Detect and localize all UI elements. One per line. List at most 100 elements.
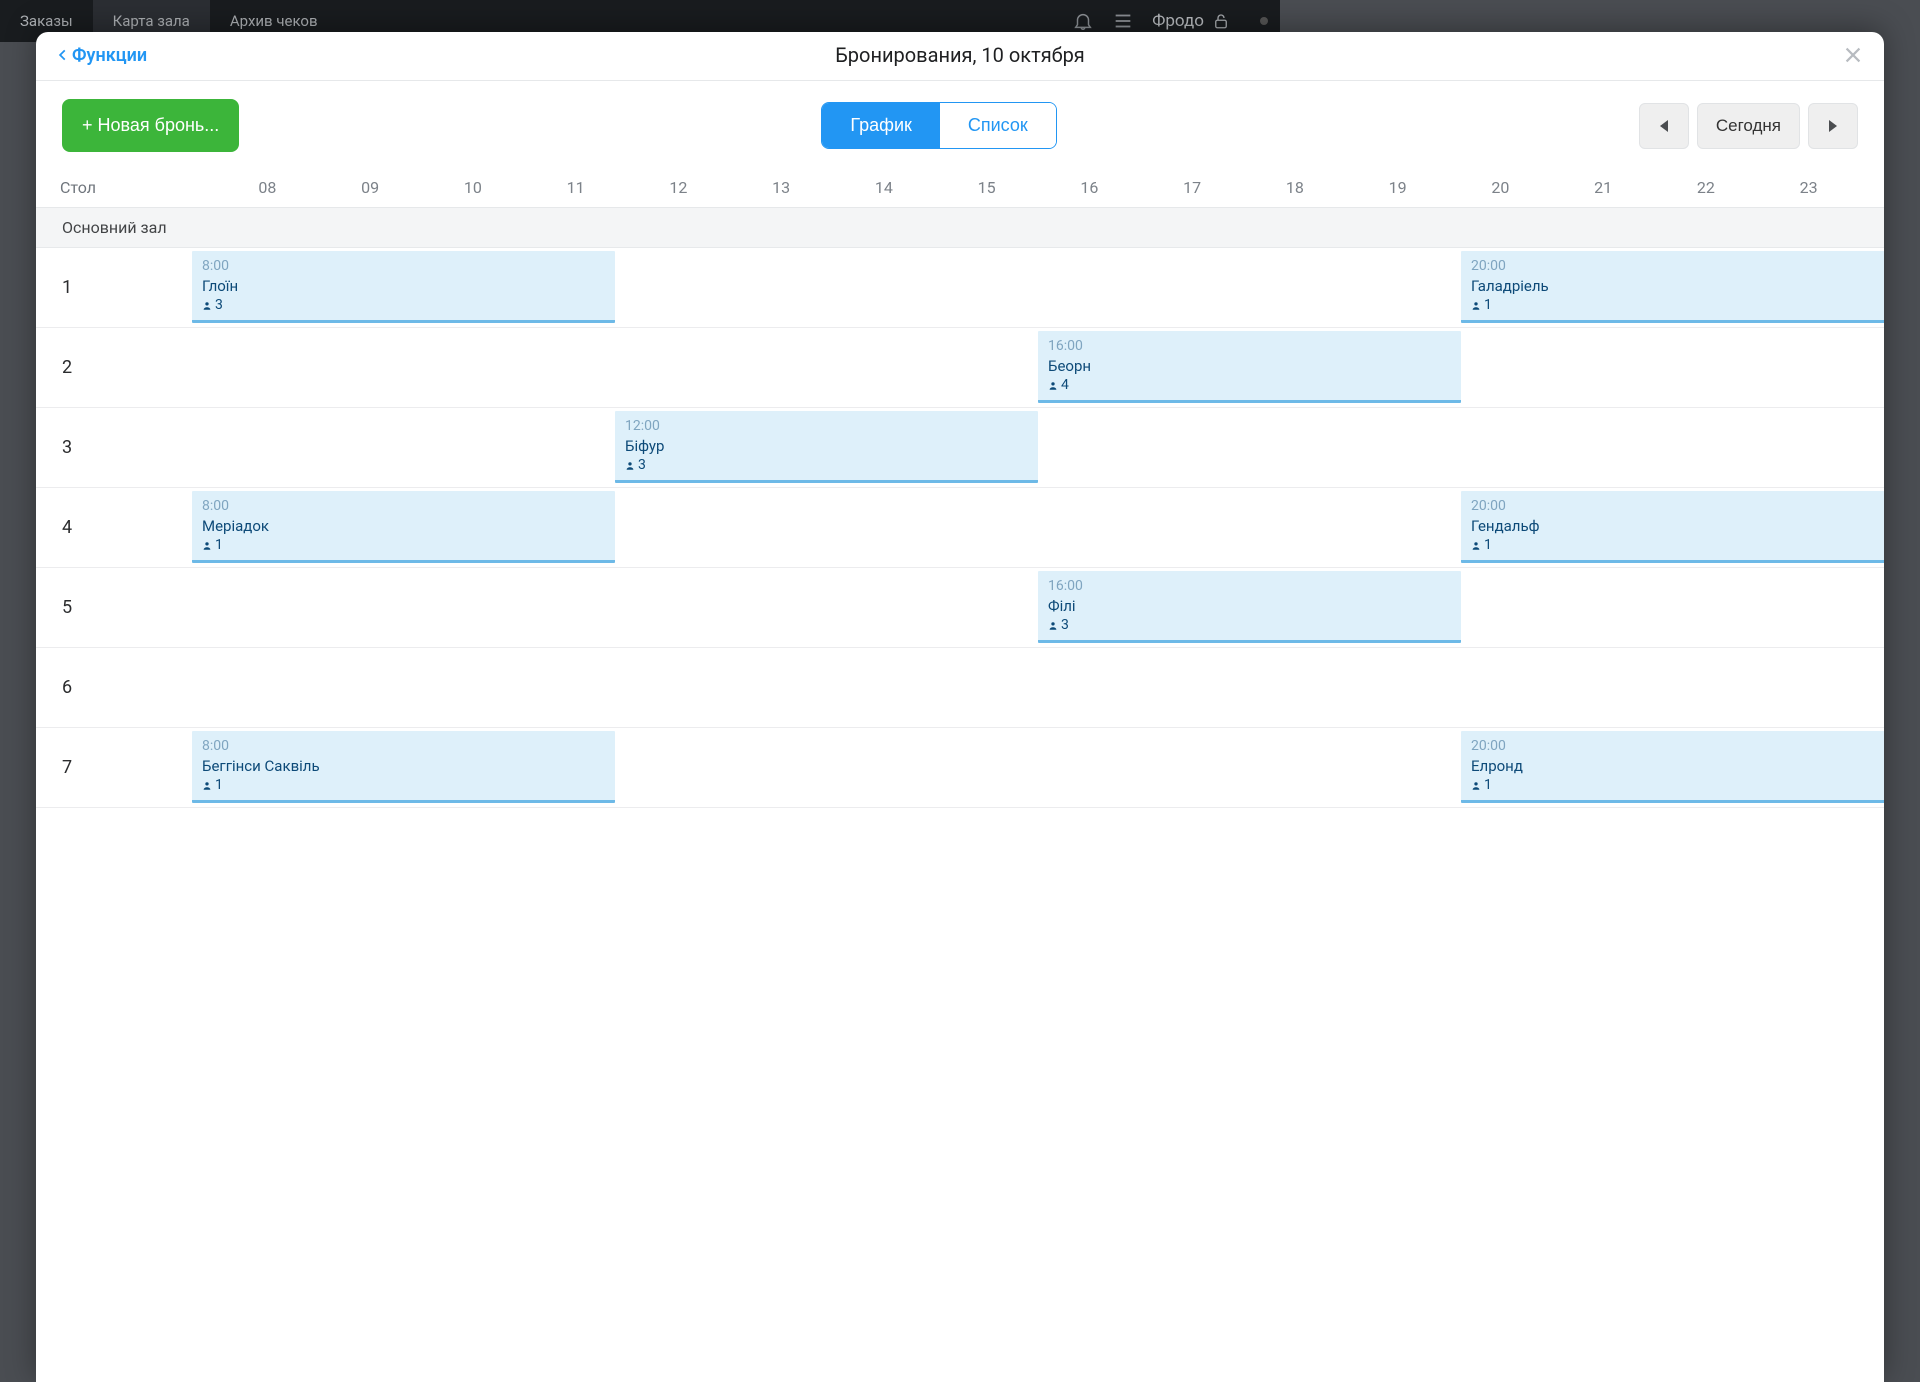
new-booking-button[interactable]: + Новая бронь... — [62, 99, 239, 152]
table-id: 2 — [36, 328, 192, 407]
back-label: Функции — [72, 45, 147, 66]
hour-label: 13 — [730, 178, 833, 197]
table-id: 3 — [36, 408, 192, 487]
booking-guests: 3 — [625, 456, 1028, 475]
hour-label: 14 — [833, 178, 936, 197]
booking-guests: 1 — [1471, 776, 1874, 795]
table-row: 312:00Біфур3 — [36, 408, 1884, 488]
table-timeline: 16:00Філі3 — [192, 568, 1884, 646]
booking-time: 8:00 — [202, 497, 605, 516]
booking-guests: 1 — [202, 536, 605, 555]
booking-guests: 4 — [1048, 376, 1451, 395]
table-row: 6 — [36, 648, 1884, 728]
timeline-body[interactable]: Основний зал 18:00Глоїн320:00Галадріель1… — [36, 208, 1884, 1382]
booking-guests: 3 — [1048, 616, 1451, 635]
dialog-header: Функции Бронирования, 10 октября — [36, 32, 1884, 81]
table-timeline: 8:00Беггінси Саквіль120:00Елронд1 — [192, 728, 1884, 806]
hour-label: 19 — [1346, 178, 1449, 197]
close-button[interactable] — [1842, 44, 1864, 66]
booking-name: Філі — [1048, 596, 1451, 616]
booking-time: 20:00 — [1471, 737, 1874, 756]
booking-block[interactable]: 16:00Беорн4 — [1038, 331, 1461, 403]
booking-time: 8:00 — [202, 257, 605, 276]
view-toggle-list[interactable]: Список — [940, 103, 1056, 148]
table-timeline: 8:00Меріадок120:00Гендальф1 — [192, 488, 1884, 566]
booking-guests: 1 — [1471, 296, 1874, 315]
table-column-header: Стол — [60, 178, 216, 197]
hour-label: 18 — [1244, 178, 1347, 197]
booking-name: Біфур — [625, 436, 1028, 456]
booking-block[interactable]: 20:00Галадріель1 — [1461, 251, 1884, 323]
table-row: 18:00Глоїн320:00Галадріель1 — [36, 248, 1884, 328]
booking-block[interactable]: 16:00Філі3 — [1038, 571, 1461, 643]
today-button[interactable]: Сегодня — [1697, 103, 1800, 149]
booking-name: Беорн — [1048, 356, 1451, 376]
table-timeline — [192, 648, 1884, 726]
hour-label: 12 — [627, 178, 730, 197]
booking-time: 20:00 — [1471, 257, 1874, 276]
booking-name: Беггінси Саквіль — [202, 756, 605, 776]
booking-guests: 1 — [202, 776, 605, 795]
menu-icon[interactable] — [1112, 10, 1134, 32]
hour-label: 15 — [935, 178, 1038, 197]
booking-time: 16:00 — [1048, 337, 1451, 356]
booking-block[interactable]: 8:00Глоїн3 — [192, 251, 615, 323]
booking-time: 8:00 — [202, 737, 605, 756]
hour-label: 11 — [524, 178, 627, 197]
booking-block[interactable]: 20:00Гендальф1 — [1461, 491, 1884, 563]
booking-guests: 3 — [202, 296, 605, 315]
booking-time: 20:00 — [1471, 497, 1874, 516]
booking-block[interactable]: 8:00Меріадок1 — [192, 491, 615, 563]
user-name: Фродо — [1152, 11, 1204, 31]
booking-name: Гендальф — [1471, 516, 1874, 536]
table-row: 48:00Меріадок120:00Гендальф1 — [36, 488, 1884, 568]
booking-name: Глоїн — [202, 276, 605, 296]
table-timeline: 12:00Біфур3 — [192, 408, 1884, 486]
date-nav: Сегодня — [1639, 103, 1858, 149]
hour-label: 21 — [1552, 178, 1655, 197]
booking-time: 12:00 — [625, 417, 1028, 436]
hour-label: 20 — [1449, 178, 1552, 197]
hour-label: 10 — [422, 178, 525, 197]
close-icon — [1842, 44, 1864, 66]
booking-block[interactable]: 20:00Елронд1 — [1461, 731, 1884, 803]
table-row: 2 16:00Беорн4 — [36, 328, 1884, 408]
status-dot — [1260, 17, 1268, 25]
hour-label: 22 — [1655, 178, 1758, 197]
booking-guests: 1 — [1471, 536, 1874, 555]
dialog-toolbar: + Новая бронь... График Список Сегодня — [36, 81, 1884, 174]
booking-name: Елронд — [1471, 756, 1874, 776]
table-id: 7 — [36, 728, 192, 807]
table-row: 5 16:00Філі3 — [36, 568, 1884, 648]
next-day-button[interactable] — [1808, 103, 1858, 149]
table-id: 4 — [36, 488, 192, 567]
hour-label: 08 — [216, 178, 319, 197]
triangle-left-icon — [1658, 118, 1670, 134]
table-id: 6 — [36, 648, 192, 727]
hour-label: 23 — [1757, 178, 1860, 197]
table-timeline: 8:00Глоїн3 20:00Галадріель1 — [192, 248, 1884, 326]
back-button[interactable]: Функции — [56, 45, 147, 66]
booking-block[interactable]: 8:00Беггінси Саквіль1 — [192, 731, 615, 803]
bookings-dialog: Функции Бронирования, 10 октября + Новая… — [36, 32, 1884, 1382]
bell-icon[interactable] — [1072, 10, 1094, 32]
triangle-right-icon — [1827, 118, 1839, 134]
hour-label: 16 — [1038, 178, 1141, 197]
view-toggle: График Список — [821, 102, 1056, 149]
table-id: 1 — [36, 248, 192, 327]
view-toggle-chart[interactable]: График — [822, 103, 940, 148]
table-timeline: 16:00Беорн4 — [192, 328, 1884, 406]
user-menu[interactable]: Фродо — [1152, 11, 1230, 31]
booking-time: 16:00 — [1048, 577, 1451, 596]
lock-icon — [1212, 12, 1230, 30]
hour-label: 17 — [1141, 178, 1244, 197]
chevron-left-icon — [56, 48, 70, 62]
topbar-right: Фродо — [1072, 10, 1268, 32]
booking-name: Меріадок — [202, 516, 605, 536]
table-id: 5 — [36, 568, 192, 647]
prev-day-button[interactable] — [1639, 103, 1689, 149]
booking-block[interactable]: 12:00Біфур3 — [615, 411, 1038, 483]
timeline-header: Стол 08091011121314151617181920212223 — [36, 174, 1884, 208]
hour-label: 09 — [319, 178, 422, 197]
section-header: Основний зал — [36, 208, 1884, 248]
